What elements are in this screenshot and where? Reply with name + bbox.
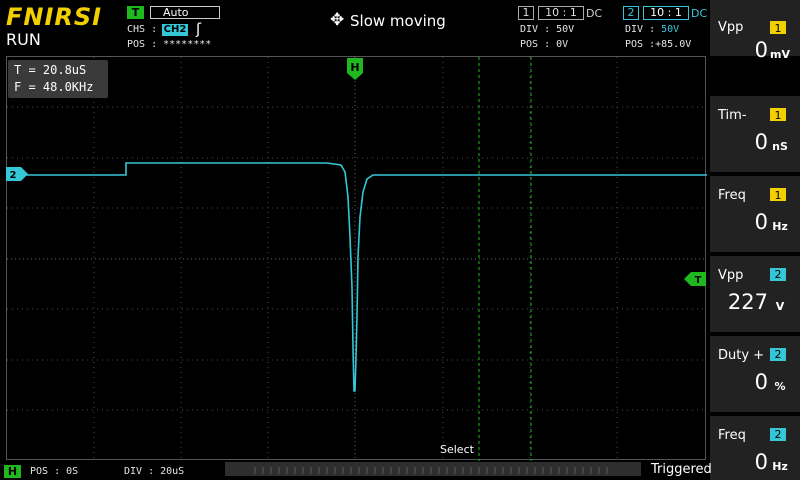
run-state-label[interactable]: RUN [6,30,41,49]
measurement-tim-ch1[interactable]: Tim- 1 0 nS [710,96,800,176]
ch2-offset-marker[interactable]: 2 [6,167,28,181]
measurement-name: Vpp [718,268,744,283]
measurement-name: Tim- [718,108,747,123]
measurement-freq-ch1[interactable]: Freq 1 0 Hz [710,176,800,256]
ch1-probe-ratio[interactable]: 10 : 1 [538,6,584,20]
trigger-mode-button[interactable]: Auto [150,6,220,19]
ch2-number-badge[interactable]: 2 [623,6,639,20]
ch2-coupling[interactable]: DC [691,7,707,20]
measurement-unit: V [775,300,785,313]
measurement-channel-badge: 2 [770,348,786,361]
timebase-position[interactable]: POS : 0S [30,466,78,477]
measurement-value: 0 [754,370,768,394]
ch2-marker-label: 2 [10,170,17,181]
timebase-badge: H [4,465,21,478]
measurement-name: Freq [718,188,746,203]
center-axes [7,57,707,461]
trigger-status: Triggered [651,462,712,477]
select-label[interactable]: Select [440,443,474,456]
measurement-unit: mV [770,48,790,61]
trigger-marker-label: T [695,275,702,286]
measurement-freq-ch2[interactable]: Freq 2 0 Hz [710,416,800,480]
measurement-value: 0 [754,38,768,62]
measurement-name: Freq [718,428,746,443]
move-arrows-icon: ✥ [330,10,345,30]
trigger-badge: T [127,6,144,19]
measurement-value: 0 [754,450,768,474]
brand-logo: FNIRSI [6,3,103,31]
trigger-position-label: POS : ******** [127,39,212,50]
measurement-name: Vpp [718,20,744,35]
measurement-unit: Hz [772,220,788,233]
ch2-pos-label: POS : [625,39,656,50]
measurement-unit: Hz [772,460,788,473]
timebase-division[interactable]: DIV : 20uS [124,466,184,477]
measurement-name: Duty + [718,348,765,363]
measurement-channel-badge: 1 [770,21,786,35]
measurement-channel-badge: 1 [770,188,786,202]
mode-title: Slow moving [350,12,446,30]
measurement-value: 0 [754,130,768,154]
ch2-waveform [7,162,707,392]
measurement-value: 227 [727,290,768,314]
measurement-value: 0 [754,210,768,234]
measurement-unit: nS [772,140,788,153]
measurement-duty-ch2[interactable]: Duty + 2 0 % [710,336,800,416]
ch2-pos-row: POS :+85.0V [625,39,691,50]
ch1-coupling[interactable]: DC [586,7,602,20]
measurement-vpp-ch1[interactable]: Vpp 1 0 mV [710,0,800,62]
measurement-channel-badge: 2 [770,428,786,441]
measurement-channel-badge: 2 [770,268,786,281]
ch1-number-badge[interactable]: 1 [518,6,534,20]
rising-edge-icon[interactable]: ʃ [196,20,201,38]
ch2-div-label: DIV : [625,24,656,35]
horizontal-position-marker[interactable]: H [347,58,363,80]
measurement-unit: % [774,380,786,393]
measurement-channel-badge: 1 [770,108,786,122]
ch2-probe-ratio[interactable]: 10 : 1 [643,6,689,20]
trigger-channel-value[interactable]: CH2 [162,24,188,36]
waveform-display[interactable] [6,56,707,461]
waveform-svg [7,57,707,461]
cursor-frequency-readout: F = 48.0KHz [14,80,94,94]
trigger-channel-label: CHS : [127,24,158,35]
ch2-pos-value: +85.0V [655,39,692,50]
ch2-div-row: DIV : 50V [625,24,679,35]
h-marker-label: H [350,61,359,74]
ch2-div-value: 50V [661,24,680,35]
ch1-pos-label: POS : 0V [520,39,569,50]
trigger-level-marker[interactable]: T [684,272,706,286]
measurement-vpp-ch2[interactable]: Vpp 2 227 V [710,256,800,336]
cursor-period-readout: T = 20.8uS [14,63,87,77]
memory-scrollbar[interactable] [225,462,641,476]
ch1-div-label: DIV : 50V [520,24,575,35]
